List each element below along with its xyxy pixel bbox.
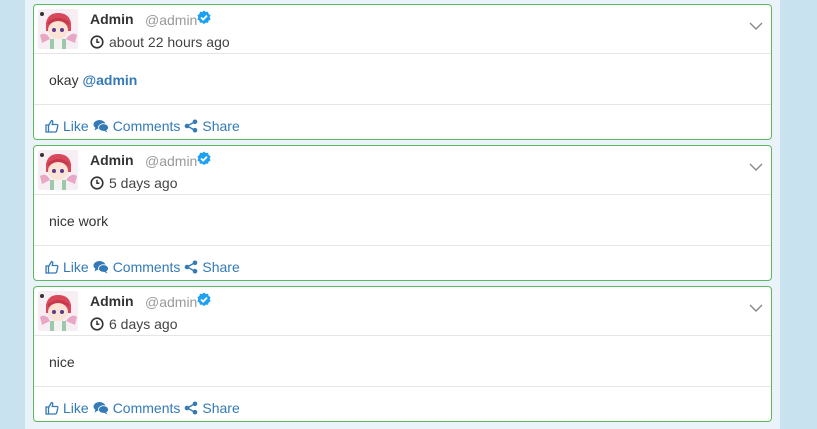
verified-badge-icon — [197, 10, 211, 25]
share-icon — [185, 119, 198, 132]
post-text: nice work — [49, 213, 109, 229]
author-name[interactable]: Admin — [90, 11, 134, 27]
comments-button[interactable]: Comments — [93, 258, 181, 275]
verified-badge-icon — [197, 292, 211, 307]
share-label: Share — [202, 399, 240, 416]
post-timestamp[interactable]: about 22 hours ago — [90, 34, 230, 50]
time-text: 6 days ago — [109, 316, 178, 332]
author-handle[interactable]: @admin — [145, 12, 197, 28]
post-card: Admin @admin 5 days ago nice work Like C… — [33, 145, 772, 281]
clock-icon — [90, 176, 104, 190]
post-actions: Like Comments Share — [34, 387, 771, 421]
verified-badge-icon — [197, 151, 211, 166]
share-label: Share — [202, 117, 240, 134]
author-handle[interactable]: @admin — [145, 153, 197, 169]
comments-label: Comments — [112, 258, 181, 275]
post-timestamp[interactable]: 6 days ago — [90, 316, 178, 332]
like-button[interactable]: Like — [45, 118, 89, 134]
post-actions: Like Comments Share — [34, 246, 771, 280]
thumbs-up-icon — [45, 260, 59, 274]
like-label: Like — [63, 399, 89, 416]
share-button[interactable]: Share — [184, 117, 240, 134]
thumbs-up-icon — [45, 401, 59, 415]
share-icon — [185, 401, 198, 414]
comments-icon — [93, 401, 109, 414]
share-icon — [185, 260, 198, 273]
clock-icon — [90, 35, 104, 49]
time-text: 5 days ago — [109, 175, 178, 191]
chevron-down-icon[interactable] — [749, 303, 763, 313]
post-timestamp[interactable]: 5 days ago — [90, 175, 178, 191]
post-card: Admin @admin about 22 hours ago okay @ad… — [33, 4, 772, 140]
comments-button[interactable]: Comments — [93, 117, 181, 134]
chevron-down-icon[interactable] — [749, 21, 763, 31]
comments-icon — [93, 260, 109, 273]
post-feed: Admin @admin about 22 hours ago okay @ad… — [25, 0, 780, 429]
author-handle[interactable]: @admin — [145, 294, 197, 310]
post-body: okay @admin — [34, 54, 771, 105]
author-name[interactable]: Admin — [90, 293, 134, 309]
like-button[interactable]: Like — [45, 259, 89, 275]
post-text: nice — [49, 354, 75, 370]
comments-icon — [93, 119, 109, 132]
post-text: okay — [49, 72, 83, 88]
like-button[interactable]: Like — [45, 400, 89, 416]
like-label: Like — [63, 258, 89, 275]
like-label: Like — [63, 117, 89, 134]
chevron-down-icon[interactable] — [749, 162, 763, 172]
post-header: Admin @admin 6 days ago — [34, 287, 771, 336]
author-name[interactable]: Admin — [90, 152, 134, 168]
post-header: Admin @admin 5 days ago — [34, 146, 771, 195]
post-actions: Like Comments Share — [34, 105, 771, 139]
avatar[interactable] — [38, 9, 78, 49]
avatar[interactable] — [38, 291, 78, 331]
comments-label: Comments — [112, 399, 181, 416]
comments-label: Comments — [112, 117, 181, 134]
post-header: Admin @admin about 22 hours ago — [34, 5, 771, 54]
thumbs-up-icon — [45, 119, 59, 133]
share-button[interactable]: Share — [184, 258, 240, 275]
post-body: nice — [34, 336, 771, 387]
avatar[interactable] — [38, 150, 78, 190]
time-text: about 22 hours ago — [109, 34, 230, 50]
mention-link[interactable]: @admin — [82, 72, 137, 88]
clock-icon — [90, 317, 104, 331]
post-body: nice work — [34, 195, 771, 246]
post-card: Admin @admin 6 days ago nice Like Commen… — [33, 286, 772, 422]
share-label: Share — [202, 258, 240, 275]
comments-button[interactable]: Comments — [93, 399, 181, 416]
share-button[interactable]: Share — [184, 399, 240, 416]
